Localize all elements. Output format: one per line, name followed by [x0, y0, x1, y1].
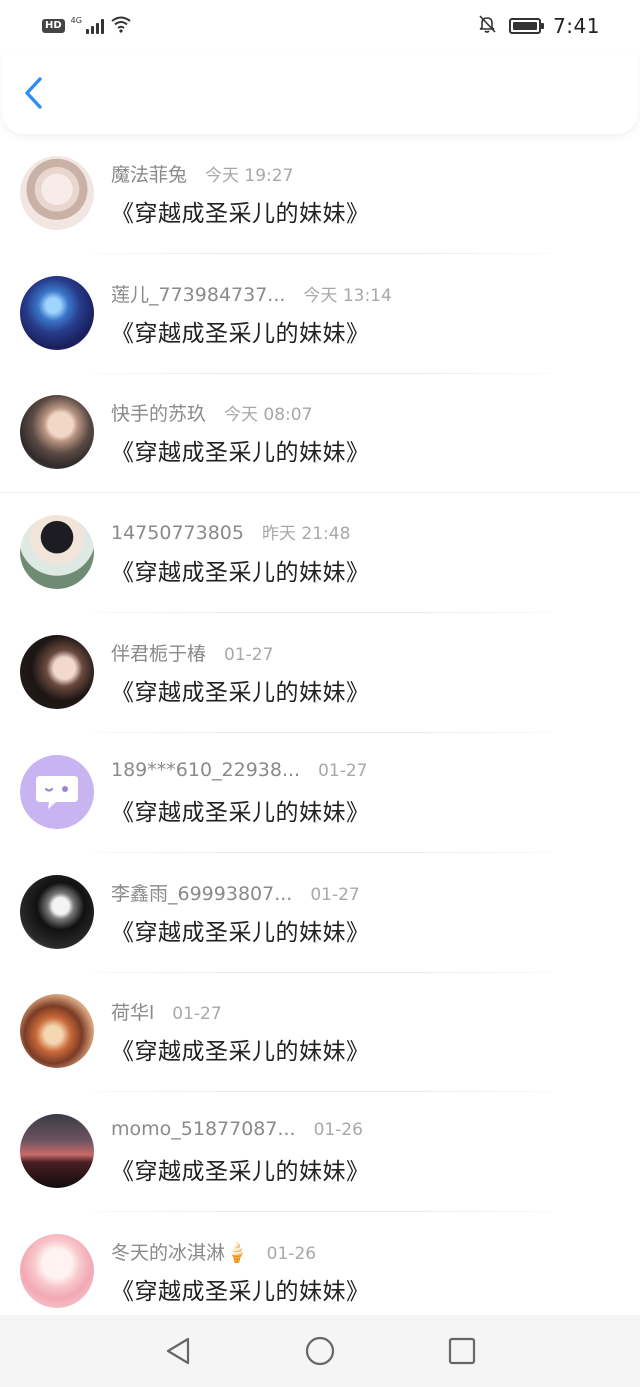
list-item-meta: 魔法菲兔 今天 19:27 — [111, 160, 370, 188]
timestamp: 01-27 — [224, 645, 274, 666]
timestamp: 今天 13:14 — [303, 285, 392, 306]
wifi-icon — [110, 15, 132, 37]
list-item-meta: 荷华l 01-27 — [111, 998, 370, 1026]
hd-icon: HD — [42, 19, 65, 33]
avatar[interactable] — [20, 754, 94, 829]
avatar[interactable] — [20, 155, 94, 230]
list-item-meta: 莲儿_773984737... 今天 13:14 — [111, 280, 392, 308]
timestamp: 今天 19:27 — [205, 165, 294, 186]
list-item[interactable]: 荷华l 01-27 《穿越成圣采儿的妹妹》 — [0, 973, 640, 1093]
avatar[interactable] — [20, 275, 94, 350]
system-nav-bar — [0, 1315, 640, 1387]
list-item-body: 伴君栀于椿 01-27 《穿越成圣采儿的妹妹》 — [111, 639, 370, 707]
message-text: 《穿越成圣采儿的妹妹》 — [111, 440, 370, 467]
list-item-body: 魔法菲兔 今天 19:27 《穿越成圣采儿的妹妹》 — [111, 160, 370, 228]
chevron-left-icon — [25, 77, 42, 109]
username[interactable]: momo_51877087... — [111, 1118, 296, 1140]
list-item-meta: 快手的苏玖 今天 08:07 — [111, 399, 370, 427]
timestamp: 01-27 — [310, 884, 360, 905]
avatar[interactable] — [20, 395, 94, 470]
list-item[interactable]: momo_51877087... 01-26 《穿越成圣采儿的妹妹》 — [0, 1092, 640, 1213]
list-item-meta: 伴君栀于椿 01-27 — [111, 639, 370, 667]
status-right: 7:41 — [477, 14, 600, 38]
username[interactable]: 莲儿_773984737... — [111, 280, 285, 307]
message-text: 《穿越成圣采儿的妹妹》 — [111, 919, 370, 946]
list-item-body: 李鑫雨_69993807... 01-27 《穿越成圣采儿的妹妹》 — [111, 879, 370, 947]
message-text: 《穿越成圣采儿的妹妹》 — [111, 1279, 370, 1306]
username[interactable]: 魔法菲兔 — [111, 160, 187, 187]
message-text: 《穿越成圣采儿的妹妹》 — [111, 320, 370, 347]
list-item[interactable]: 李鑫雨_69993807... 01-27 《穿越成圣采儿的妹妹》 — [0, 853, 640, 973]
message-text: 《穿越成圣采儿的妹妹》 — [111, 560, 370, 587]
list-item-body: 14750773805 昨天 21:48 《穿越成圣采儿的妹妹》 — [111, 519, 370, 587]
list-item-body: momo_51877087... 01-26 《穿越成圣采儿的妹妹》 — [111, 1118, 370, 1186]
list-item-meta: 李鑫雨_69993807... 01-27 — [111, 879, 370, 907]
avatar[interactable] — [20, 1234, 94, 1309]
avatar[interactable] — [20, 1114, 94, 1189]
list-item-meta: momo_51877087... 01-26 — [111, 1118, 370, 1146]
username[interactable]: 李鑫雨_69993807... — [111, 879, 292, 906]
list-item[interactable]: 魔法菲兔 今天 19:27 《穿越成圣采儿的妹妹》 — [0, 134, 640, 254]
message-text: 《穿越成圣采儿的妹妹》 — [111, 1039, 370, 1066]
timestamp: 今天 08:07 — [224, 405, 313, 426]
list-item-meta: 14750773805 昨天 21:48 — [111, 519, 370, 547]
avatar[interactable] — [20, 874, 94, 949]
nav-home-button[interactable] — [304, 1335, 336, 1367]
recents-square-icon — [448, 1337, 476, 1365]
chat-bubble-icon — [36, 775, 78, 809]
list-item[interactable]: 14750773805 昨天 21:48 《穿越成圣采儿的妹妹》 — [0, 493, 640, 614]
home-circle-icon — [305, 1336, 335, 1366]
list-item[interactable]: 189***610_22938... 01-27 《穿越成圣采儿的妹妹》 — [0, 733, 640, 853]
list-item-body: 荷华l 01-27 《穿越成圣采儿的妹妹》 — [111, 998, 370, 1066]
message-text: 《穿越成圣采儿的妹妹》 — [111, 1159, 370, 1186]
list-item-body: 189***610_22938... 01-27 《穿越成圣采儿的妹妹》 — [111, 759, 370, 827]
avatar[interactable] — [20, 994, 94, 1069]
battery-charging-icon — [509, 18, 545, 34]
clock-time: 7:41 — [553, 14, 600, 38]
list-item[interactable]: 冬天的冰淇淋🍦 01-26 《穿越成圣采儿的妹妹》 — [0, 1212, 640, 1332]
message-text: 《穿越成圣采儿的妹妹》 — [111, 200, 370, 227]
back-triangle-icon — [166, 1337, 190, 1365]
avatar[interactable] — [20, 635, 94, 710]
username[interactable]: 荷华l — [111, 998, 154, 1025]
nav-recents-button[interactable] — [446, 1335, 478, 1367]
message-list: 魔法菲兔 今天 19:27 《穿越成圣采儿的妹妹》 莲儿_773984737..… — [0, 134, 640, 1332]
list-item[interactable]: 莲儿_773984737... 今天 13:14 《穿越成圣采儿的妹妹》 — [0, 254, 640, 374]
list-item[interactable]: 伴君栀于椿 01-27 《穿越成圣采儿的妹妹》 — [0, 613, 640, 733]
status-bar: HD 4G 7:41 — [0, 0, 640, 52]
nav-back-button[interactable] — [162, 1335, 194, 1367]
network-type-label: 4G — [70, 15, 82, 25]
username[interactable]: 14750773805 — [111, 522, 244, 544]
bell-off-icon — [477, 14, 497, 38]
list-item[interactable]: 快手的苏玖 今天 08:07 《穿越成圣采儿的妹妹》 — [0, 374, 640, 494]
status-left: HD 4G — [42, 15, 132, 37]
timestamp: 昨天 21:48 — [261, 524, 351, 545]
screen: HD 4G 7:41 魔法菲兔 今天 19:27 《穿越成圣采儿的妹妹》 莲儿_… — [0, 0, 640, 1387]
username[interactable]: 快手的苏玖 — [111, 399, 206, 426]
back-button[interactable] — [22, 73, 52, 113]
username[interactable]: 伴君栀于椿 — [111, 639, 206, 666]
timestamp: 01-26 — [266, 1244, 317, 1265]
signal-icon — [85, 18, 104, 34]
username[interactable]: 冬天的冰淇淋🍦 — [111, 1238, 249, 1265]
list-item-body: 快手的苏玖 今天 08:07 《穿越成圣采儿的妹妹》 — [111, 399, 370, 467]
avatar[interactable] — [20, 515, 94, 590]
message-text: 《穿越成圣采儿的妹妹》 — [111, 799, 370, 826]
message-text: 《穿越成圣采儿的妹妹》 — [111, 680, 370, 707]
list-item-body: 冬天的冰淇淋🍦 01-26 《穿越成圣采儿的妹妹》 — [111, 1238, 370, 1306]
list-item-meta: 189***610_22938... 01-27 — [111, 759, 370, 787]
list-item-body: 莲儿_773984737... 今天 13:14 《穿越成圣采儿的妹妹》 — [111, 280, 392, 348]
top-app-bar — [2, 52, 638, 134]
timestamp: 01-27 — [318, 760, 368, 781]
username[interactable]: 189***610_22938... — [111, 759, 300, 781]
list-item-meta: 冬天的冰淇淋🍦 01-26 — [111, 1238, 370, 1266]
timestamp: 01-26 — [313, 1120, 363, 1141]
timestamp: 01-27 — [172, 1004, 222, 1025]
